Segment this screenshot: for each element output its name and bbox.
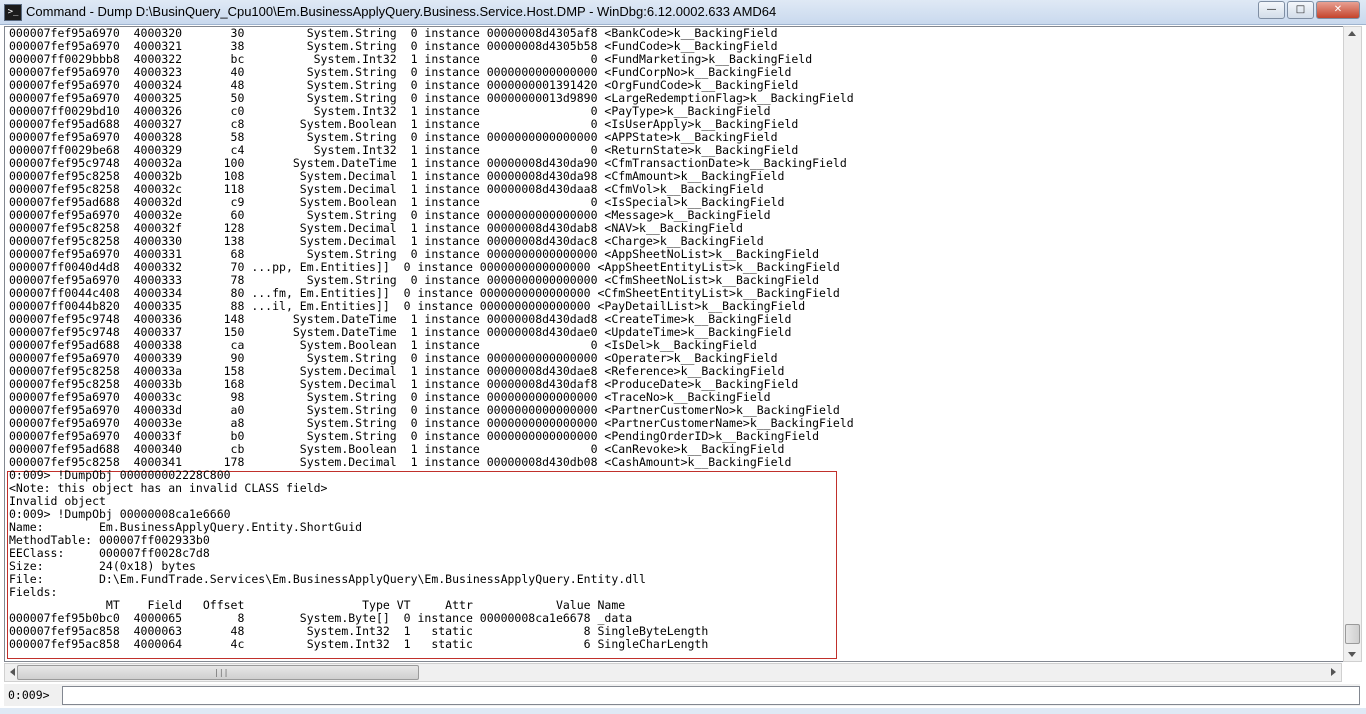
output-line: 000007fef95ac858 4000064 4c System.Int32… <box>9 637 709 651</box>
title-bar[interactable]: >_ Command - Dump D:\BusinQuery_Cpu100\E… <box>0 0 1366 25</box>
command-output-pane[interactable]: 000007fef95a6970 4000320 30 System.Strin… <box>4 26 1344 662</box>
vertical-scroll-thumb[interactable] <box>1345 624 1360 644</box>
command-prompt-icon: >_ <box>4 4 22 21</box>
output-line: File: D:\Em.FundTrade.Services\Em.Busine… <box>9 572 646 586</box>
command-bar: 0:009> <box>4 684 1360 706</box>
window-controls: — □ ✕ <box>1256 1 1360 19</box>
minimize-button[interactable]: — <box>1258 1 1285 19</box>
horizontal-scrollbar[interactable]: ||| <box>4 663 1342 682</box>
windbg-window: >_ Command - Dump D:\BusinQuery_Cpu100\E… <box>0 0 1366 714</box>
command-input[interactable] <box>62 686 1360 705</box>
maximize-button[interactable]: □ <box>1287 1 1314 19</box>
close-button[interactable]: ✕ <box>1316 1 1360 19</box>
horizontal-scroll-thumb[interactable]: ||| <box>17 665 419 680</box>
scroll-right-arrow-icon[interactable] <box>1331 668 1336 676</box>
vertical-scrollbar[interactable] <box>1343 26 1362 662</box>
scroll-left-arrow-icon[interactable] <box>10 668 15 676</box>
scroll-down-arrow-icon[interactable] <box>1348 652 1356 657</box>
scroll-up-arrow-icon[interactable] <box>1348 31 1356 36</box>
window-title: Command - Dump D:\BusinQuery_Cpu100\Em.B… <box>26 4 777 19</box>
command-prompt: 0:009> <box>8 688 50 702</box>
scroll-grip-icon: ||| <box>214 668 229 677</box>
window-bottom-edge <box>0 708 1366 714</box>
